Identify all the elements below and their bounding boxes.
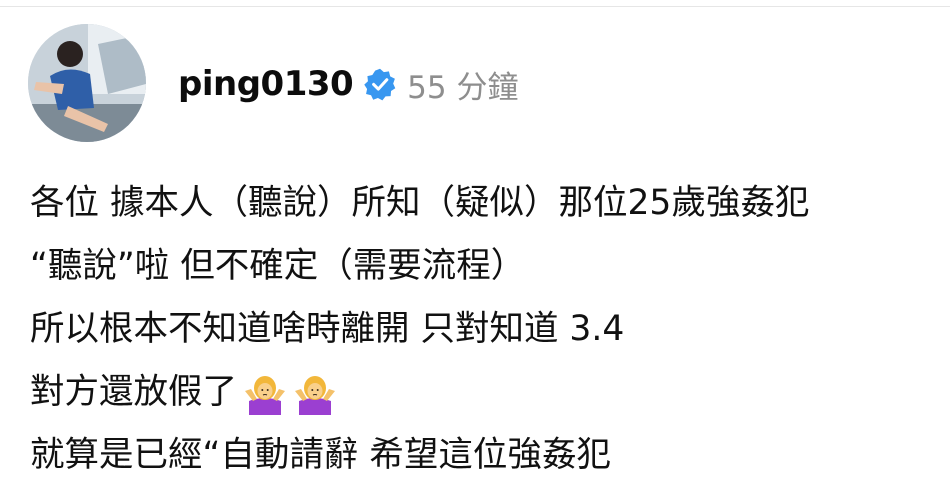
post-timestamp: 55 分鐘 — [407, 69, 519, 106]
caption-line-1-text: 各位 據本人（聽說）所知（疑似）那位25歲強姦犯 — [30, 183, 810, 223]
caption-line-2: “聽說”啦 但不確定（需要流程） — [30, 235, 935, 298]
caption-line-4: 對方還放假了 — [30, 361, 935, 424]
caption-line-5-text: 就算是已經“自動請辭 希望這位強姦犯 — [30, 435, 611, 475]
caption-line-3: 所以根本不知道啥時離開 只對知道 3.4 — [30, 298, 935, 361]
username[interactable]: ping0130 — [178, 64, 354, 104]
caption-line-5: 就算是已經“自動請辭 希望這位強姦犯 — [30, 424, 935, 487]
caption-text: 各位 據本人（聽說）所知（疑似）那位25歲強姦犯 “聽說”啦 但不確定（需要流程… — [30, 172, 935, 487]
avatar-photo — [28, 24, 146, 142]
caption-line-4-text: 對方還放假了 — [30, 372, 237, 412]
avatar[interactable] — [28, 24, 146, 142]
person-shrugging-icon — [293, 371, 337, 415]
caption-line-2-text: “聽說”啦 但不確定（需要流程） — [30, 246, 526, 286]
caption-line-1: 各位 據本人（聽說）所知（疑似）那位25歲強姦犯 — [30, 172, 935, 235]
verified-badge-icon — [364, 68, 396, 101]
person-shrugging-icon — [243, 371, 287, 415]
post-header: ping0130 55 分鐘 — [178, 58, 518, 110]
caption-line-3-text: 所以根本不知道啥時離開 只對知道 3.4 — [30, 309, 625, 349]
top-divider — [0, 6, 950, 7]
